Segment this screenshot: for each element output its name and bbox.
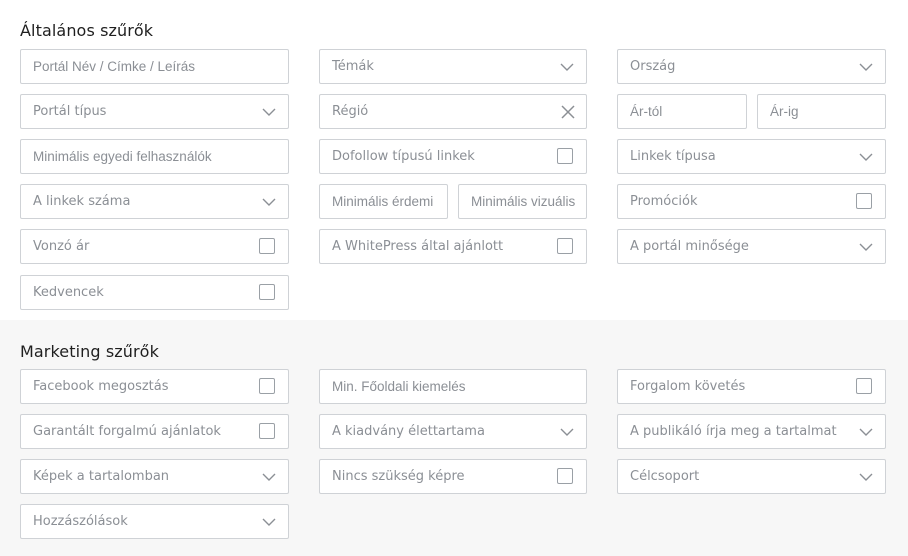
recommended-checkbox-field[interactable]: A WhitePress által ajánlott bbox=[319, 229, 587, 264]
chevron-down-icon bbox=[262, 473, 276, 481]
price-from-placeholder: Ár-tól bbox=[630, 104, 663, 119]
general-filters-title: Általános szűrők bbox=[20, 21, 154, 40]
comments-dropdown[interactable]: Hozzászólások bbox=[20, 504, 289, 539]
portal-search-placeholder: Portál Név / Címke / Leírás bbox=[33, 59, 196, 74]
facebook-share-checkbox-field[interactable]: Facebook megosztás bbox=[20, 369, 289, 404]
attractive-price-checkbox-field[interactable]: Vonzó ár bbox=[20, 229, 289, 264]
favorites-label: Kedvencek bbox=[33, 285, 104, 300]
target-group-dropdown[interactable]: Célcsoport bbox=[617, 459, 886, 494]
chevron-down-icon bbox=[560, 63, 574, 71]
chevron-down-icon bbox=[859, 473, 873, 481]
recommended-checkbox[interactable] bbox=[557, 238, 573, 254]
portal-type-label: Portál típus bbox=[33, 104, 107, 119]
portal-quality-label: A portál minősége bbox=[630, 239, 749, 254]
chevron-down-icon bbox=[859, 243, 873, 251]
images-in-content-label: Képek a tartalomban bbox=[33, 469, 170, 484]
chevron-down-icon bbox=[262, 198, 276, 206]
promotions-checkbox-field[interactable]: Promóciók bbox=[617, 184, 886, 219]
portal-search-input[interactable]: Portál Név / Címke / Leírás bbox=[20, 49, 289, 84]
dofollow-links-checkbox-field[interactable]: Dofollow típusú linkek bbox=[319, 139, 587, 174]
facebook-share-label: Facebook megosztás bbox=[33, 379, 169, 394]
link-count-dropdown[interactable]: A linkek száma bbox=[20, 184, 289, 219]
portal-quality-dropdown[interactable]: A portál minősége bbox=[617, 229, 886, 264]
price-to-input[interactable]: Ár-ig bbox=[757, 94, 886, 129]
traffic-tracking-checkbox[interactable] bbox=[856, 378, 872, 394]
guaranteed-traffic-checkbox-field[interactable]: Garantált forgalmú ajánlatok bbox=[20, 414, 289, 449]
chevron-down-icon bbox=[859, 153, 873, 161]
chevron-down-icon bbox=[859, 428, 873, 436]
facebook-share-checkbox[interactable] bbox=[259, 378, 275, 394]
chevron-down-icon bbox=[262, 108, 276, 116]
min-merit-placeholder: Minimális érdemi bbox=[332, 194, 434, 209]
min-homepage-highlight-input[interactable]: Min. Főoldali kiemelés bbox=[319, 369, 587, 404]
link-type-label: Linkek típusa bbox=[630, 149, 716, 164]
marketing-filters-title: Marketing szűrők bbox=[20, 342, 159, 361]
no-image-needed-checkbox-field[interactable]: Nincs szükség képre bbox=[319, 459, 587, 494]
promotions-label: Promóciók bbox=[630, 194, 698, 209]
traffic-tracking-checkbox-field[interactable]: Forgalom követés bbox=[617, 369, 886, 404]
min-visual-placeholder: Minimális vizuális bbox=[471, 194, 576, 209]
country-label: Ország bbox=[630, 59, 676, 74]
chevron-down-icon bbox=[859, 63, 873, 71]
min-visual-input[interactable]: Minimális vizuális bbox=[458, 184, 587, 219]
chevron-down-icon bbox=[560, 428, 574, 436]
link-type-dropdown[interactable]: Linkek típusa bbox=[617, 139, 886, 174]
traffic-tracking-label: Forgalom követés bbox=[630, 379, 746, 394]
price-to-placeholder: Ár-ig bbox=[770, 104, 799, 119]
general-filters-section: Általános szűrők Portál Név / Címke / Le… bbox=[0, 0, 908, 320]
no-image-needed-label: Nincs szükség képre bbox=[332, 469, 465, 484]
chevron-down-icon bbox=[262, 518, 276, 526]
publication-lifetime-label: A kiadvány élettartama bbox=[332, 424, 485, 439]
link-count-label: A linkek száma bbox=[33, 194, 131, 209]
country-dropdown[interactable]: Ország bbox=[617, 49, 886, 84]
publication-lifetime-dropdown[interactable]: A kiadvány élettartama bbox=[319, 414, 587, 449]
attractive-price-label: Vonzó ár bbox=[33, 239, 90, 254]
no-image-needed-checkbox[interactable] bbox=[557, 468, 573, 484]
min-unique-users-input[interactable]: Minimális egyedi felhasználók bbox=[20, 139, 289, 174]
promotions-checkbox[interactable] bbox=[856, 193, 872, 209]
min-merit-input[interactable]: Minimális érdemi bbox=[319, 184, 448, 219]
min-homepage-highlight-placeholder: Min. Főoldali kiemelés bbox=[332, 379, 466, 394]
dofollow-links-checkbox[interactable] bbox=[557, 148, 573, 164]
publisher-writes-content-label: A publikáló írja meg a tartalmat bbox=[630, 424, 837, 439]
favorites-checkbox[interactable] bbox=[259, 284, 275, 300]
recommended-label: A WhitePress által ajánlott bbox=[332, 239, 504, 254]
region-label: Régió bbox=[332, 104, 369, 119]
topics-dropdown[interactable]: Témák bbox=[319, 49, 587, 84]
close-icon[interactable] bbox=[560, 104, 576, 120]
min-unique-users-placeholder: Minimális egyedi felhasználók bbox=[33, 149, 212, 164]
favorites-checkbox-field[interactable]: Kedvencek bbox=[20, 275, 289, 310]
portal-type-dropdown[interactable]: Portál típus bbox=[20, 94, 289, 129]
publisher-writes-content-dropdown[interactable]: A publikáló írja meg a tartalmat bbox=[617, 414, 886, 449]
marketing-filters-section: Marketing szűrők Facebook megosztás Min.… bbox=[0, 320, 908, 556]
images-in-content-dropdown[interactable]: Képek a tartalomban bbox=[20, 459, 289, 494]
guaranteed-traffic-label: Garantált forgalmú ajánlatok bbox=[33, 424, 221, 439]
topics-label: Témák bbox=[332, 59, 374, 74]
dofollow-links-label: Dofollow típusú linkek bbox=[332, 149, 475, 164]
comments-label: Hozzászólások bbox=[33, 514, 128, 529]
attractive-price-checkbox[interactable] bbox=[259, 238, 275, 254]
target-group-label: Célcsoport bbox=[630, 469, 700, 484]
guaranteed-traffic-checkbox[interactable] bbox=[259, 423, 275, 439]
region-select[interactable]: Régió bbox=[319, 94, 587, 129]
price-from-input[interactable]: Ár-tól bbox=[617, 94, 747, 129]
